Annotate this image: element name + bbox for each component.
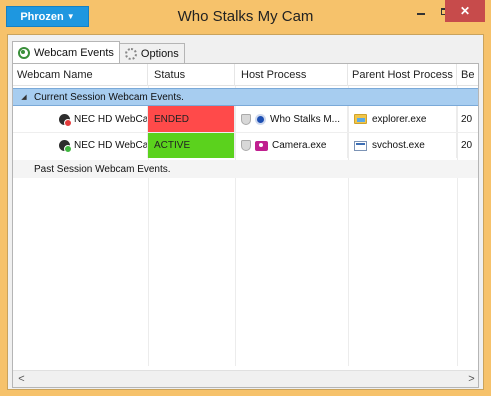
collapse-toggle-icon[interactable]: ◢	[16, 93, 32, 101]
main-panel: Webcam Events Options Webcam Name Status…	[7, 34, 484, 390]
webcam-icon	[18, 46, 30, 59]
scroll-right-arrow-icon[interactable]: >	[463, 371, 478, 387]
close-button[interactable]: ✕	[445, 0, 485, 22]
column-header-begin[interactable]: Be	[457, 64, 478, 86]
gear-icon	[124, 47, 137, 60]
column-header-host-process[interactable]: Host Process	[235, 64, 348, 86]
group-label: Past Session Webcam Events.	[34, 163, 171, 175]
cell-host-process: Camera.exe	[235, 133, 348, 158]
tab-options[interactable]: Options	[118, 43, 185, 63]
folder-icon	[354, 114, 367, 124]
group-label: Current Session Webcam Events.	[34, 91, 184, 103]
tab-label: Options	[140, 47, 179, 60]
parent-host-process: explorer.exe	[372, 113, 427, 125]
status-badge: ENDED	[148, 106, 235, 132]
events-grid: Webcam Name Status Host Process Parent H…	[12, 63, 479, 388]
cell-parent-host-process: svchost.exe	[348, 133, 457, 158]
column-header-webcam-name[interactable]: Webcam Name	[13, 64, 148, 86]
shield-icon	[241, 113, 251, 125]
webcam-name: NEC HD WebCam	[74, 140, 148, 151]
chevron-down-icon: ▼	[66, 12, 75, 21]
group-row-past-session[interactable]: Past Session Webcam Events.	[13, 160, 478, 178]
tab-label: Webcam Events	[34, 46, 114, 59]
minimize-icon	[417, 13, 425, 15]
host-process: Camera.exe	[272, 140, 327, 151]
cell-begin: 20	[457, 106, 478, 132]
column-header-parent-host-process[interactable]: Parent Host Process	[348, 64, 457, 86]
webcam-ended-icon	[59, 113, 72, 127]
table-row[interactable]: NEC HD WebCam ACTIVE Camera.exe svchost.…	[13, 132, 478, 158]
status-badge: ACTIVE	[148, 133, 235, 158]
host-process: Who Stalks M...	[270, 113, 341, 125]
cell-host-process: Who Stalks M...	[235, 106, 348, 132]
cell-parent-host-process: explorer.exe	[348, 106, 457, 132]
brand-menu-button[interactable]: Phrozen ▼	[6, 6, 89, 27]
group-row-current-session[interactable]: ◢ Current Session Webcam Events.	[13, 88, 478, 106]
cell-webcam-name: NEC HD WebCam	[13, 106, 148, 132]
webcam-name: NEC HD WebCam	[74, 113, 148, 125]
service-window-icon	[354, 140, 367, 151]
webcam-active-icon	[59, 140, 72, 153]
cell-begin: 20	[457, 133, 478, 158]
cell-webcam-name: NEC HD WebCam	[13, 133, 148, 158]
minimize-button[interactable]	[409, 0, 433, 22]
app-icon	[255, 113, 266, 125]
parent-host-process: svchost.exe	[372, 140, 425, 151]
camera-app-icon	[255, 140, 268, 151]
column-header-status[interactable]: Status	[148, 64, 235, 86]
horizontal-scrollbar[interactable]: < >	[13, 370, 478, 387]
table-row[interactable]: NEC HD WebCam ENDED Who Stalks M... expl…	[13, 106, 478, 132]
close-icon: ✕	[459, 4, 471, 18]
tab-strip: Webcam Events Options	[12, 41, 185, 63]
app-window: Who Stalks My Cam Phrozen ▼ ✕ Webcam Eve…	[0, 0, 491, 396]
scroll-left-arrow-icon[interactable]: <	[13, 371, 30, 387]
shield-icon	[241, 140, 251, 151]
grid-header: Webcam Name Status Host Process Parent H…	[13, 64, 478, 86]
title-bar[interactable]: Who Stalks My Cam Phrozen ▼ ✕	[0, 0, 491, 34]
tab-webcam-events[interactable]: Webcam Events	[12, 41, 120, 63]
brand-menu-label: Phrozen	[20, 10, 64, 23]
